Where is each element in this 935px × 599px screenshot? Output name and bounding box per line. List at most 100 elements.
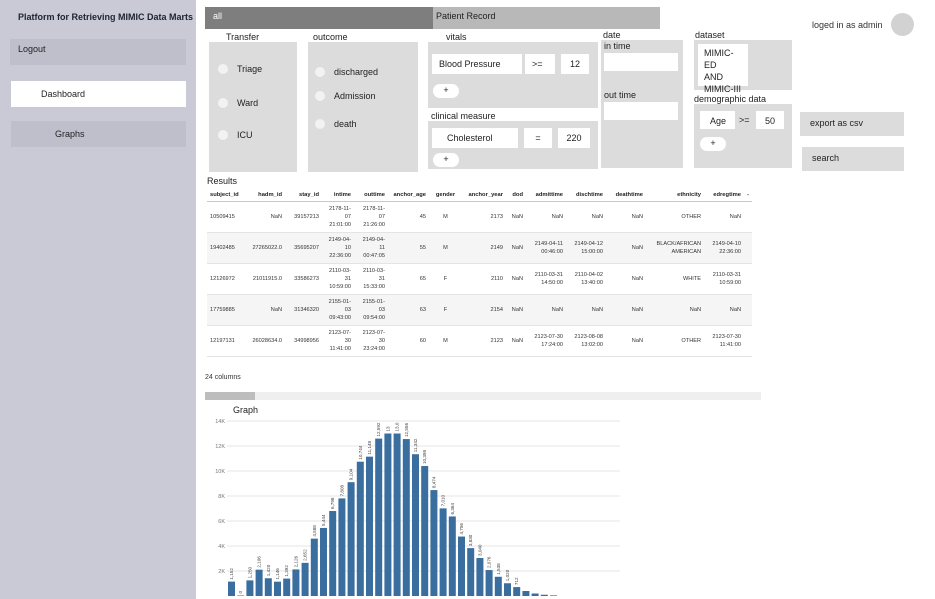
in-time-label: in time (604, 41, 631, 51)
radio-circle[interactable] (218, 98, 228, 108)
table-cell: NaN (566, 201, 606, 233)
column-header[interactable]: subject_id (207, 189, 243, 202)
radio-discharged[interactable]: discharged (315, 67, 378, 77)
radio-ward[interactable]: Ward (218, 98, 258, 108)
table-cell (744, 232, 752, 264)
vitals-value-input[interactable]: 12 (561, 54, 589, 74)
histogram-bar (550, 595, 557, 596)
radio-circle[interactable] (315, 119, 325, 129)
search-button[interactable]: search (802, 147, 904, 171)
histogram-bar (467, 548, 475, 596)
table-cell: 35695207 (285, 232, 322, 264)
column-header[interactable]: admittime (526, 189, 566, 202)
bar-data-label: 11,148 (367, 440, 372, 454)
sidebar-item-graphs[interactable]: Graphs (11, 121, 186, 147)
radio-circle[interactable] (218, 130, 228, 140)
out-time-input[interactable] (604, 102, 678, 120)
table-cell: 12126972 (207, 263, 243, 295)
login-status: loged in as admin (812, 20, 883, 30)
column-header[interactable]: hadm_id (243, 189, 285, 202)
table-cell: NaN (243, 294, 285, 326)
table-cell: 2123-07-30 11:41:00 (322, 325, 354, 357)
table-row[interactable]: 12126972 21011915.0 33586273 2110-03-31 … (207, 263, 752, 295)
column-header[interactable]: outtime (354, 189, 388, 202)
scrollbar-thumb[interactable] (205, 392, 255, 400)
column-header[interactable]: - (744, 189, 752, 202)
histogram-bar (310, 538, 318, 596)
demographic-field-select[interactable]: Age (700, 111, 735, 129)
vitals-field-select[interactable]: Blood Pressure (432, 54, 522, 74)
dataset-select[interactable]: MIMIC-ED AND MIMIC-III (698, 44, 748, 94)
table-cell: 2110-03-31 10:59:00 (322, 263, 354, 295)
table-cell: 2149-04-11 00:46:00 (526, 232, 566, 264)
clinical-field-select[interactable]: Cholesterol (432, 128, 518, 148)
column-count: 24 columns (205, 374, 241, 381)
radio-death[interactable]: death (315, 119, 357, 129)
table-cell: 2110-04-02 13:40:00 (566, 263, 606, 295)
vitals-add-button[interactable]: + (433, 84, 459, 98)
column-header[interactable]: dischtime (566, 189, 606, 202)
histogram-bar (421, 466, 429, 596)
logout-button[interactable]: Logout (10, 39, 186, 65)
dataset-title: dataset (695, 30, 725, 40)
clinical-value-input[interactable]: 220 (558, 128, 590, 148)
histogram-bar (264, 578, 272, 596)
table-cell: 2123-07-30 17:24:00 (526, 325, 566, 357)
radio-triage[interactable]: Triage (218, 64, 262, 74)
column-header[interactable]: deathtime (606, 189, 646, 202)
demographic-operator[interactable]: >= (739, 115, 750, 125)
y-tick-label: 4K (218, 544, 225, 550)
histogram-bar (301, 562, 309, 596)
table-row[interactable]: 12197131 26028634.0 34998956 2123-07-30 … (207, 325, 752, 357)
table-row[interactable]: 17759885 NaN 31346320 2155-01-03 09:43:0… (207, 294, 752, 326)
sidebar-item-dashboard[interactable]: Dashboard (11, 81, 186, 107)
column-header[interactable]: anchor_year (462, 189, 506, 202)
horizontal-scrollbar[interactable] (205, 392, 761, 400)
avatar[interactable] (891, 13, 914, 36)
export-csv-button[interactable]: export as csv (800, 112, 904, 136)
table-cell: 2110 (462, 263, 506, 295)
radio-label: Admission (334, 91, 376, 101)
table-cell: NaN (506, 201, 526, 233)
dataset-item-mimic-ed: MIMIC-ED (704, 48, 734, 70)
histogram-bar (430, 490, 438, 596)
table-cell (744, 294, 752, 326)
radio-circle[interactable] (218, 64, 228, 74)
radio-circle[interactable] (315, 67, 325, 77)
histogram-bar (522, 591, 530, 596)
column-header[interactable]: dod (506, 189, 526, 202)
column-header[interactable]: anchor_age (388, 189, 429, 202)
table-cell: 33586273 (285, 263, 322, 295)
results-title: Results (207, 176, 238, 186)
y-tick-label: 8K (218, 494, 225, 500)
tab-all[interactable]: all (205, 7, 433, 29)
bar-data-label: 13 (385, 426, 390, 432)
radio-icu[interactable]: ICU (218, 130, 253, 140)
column-header[interactable]: stay_id (285, 189, 322, 202)
radio-admission[interactable]: Admission (315, 91, 376, 101)
vitals-title: vitals (446, 32, 467, 42)
clinical-title: clinical measure (431, 111, 496, 121)
clinical-operator-select[interactable]: = (524, 128, 552, 148)
histogram-bar (448, 516, 456, 596)
demographic-add-button[interactable]: + (700, 137, 726, 151)
vitals-operator-select[interactable]: >= (525, 54, 555, 74)
bar-data-label: 1,146 (275, 568, 280, 580)
histogram-bar (237, 595, 245, 596)
table-row[interactable]: 10509415 NaN 39157213 2178-11-07 21:01:0… (207, 201, 752, 233)
demographic-value-input[interactable]: 50 (756, 111, 784, 129)
in-time-input[interactable] (604, 53, 678, 71)
radio-circle[interactable] (315, 91, 325, 101)
column-header[interactable]: gender (429, 189, 462, 202)
tab-patient-record[interactable]: Patient Record (433, 7, 660, 29)
table-row[interactable]: 19402485 27265022.0 35695207 2149-04-10 … (207, 232, 752, 264)
column-header[interactable]: intime (322, 189, 354, 202)
bar-data-label: 2,652 (303, 549, 308, 561)
table-cell: 26028634.0 (243, 325, 285, 357)
column-header[interactable]: ethnicity (646, 189, 704, 202)
clinical-add-button[interactable]: + (433, 153, 459, 167)
histogram-bar (338, 498, 346, 596)
table-cell: 55 (388, 232, 429, 264)
table-cell: NaN (506, 325, 526, 357)
column-header[interactable]: edregtime (704, 189, 744, 202)
